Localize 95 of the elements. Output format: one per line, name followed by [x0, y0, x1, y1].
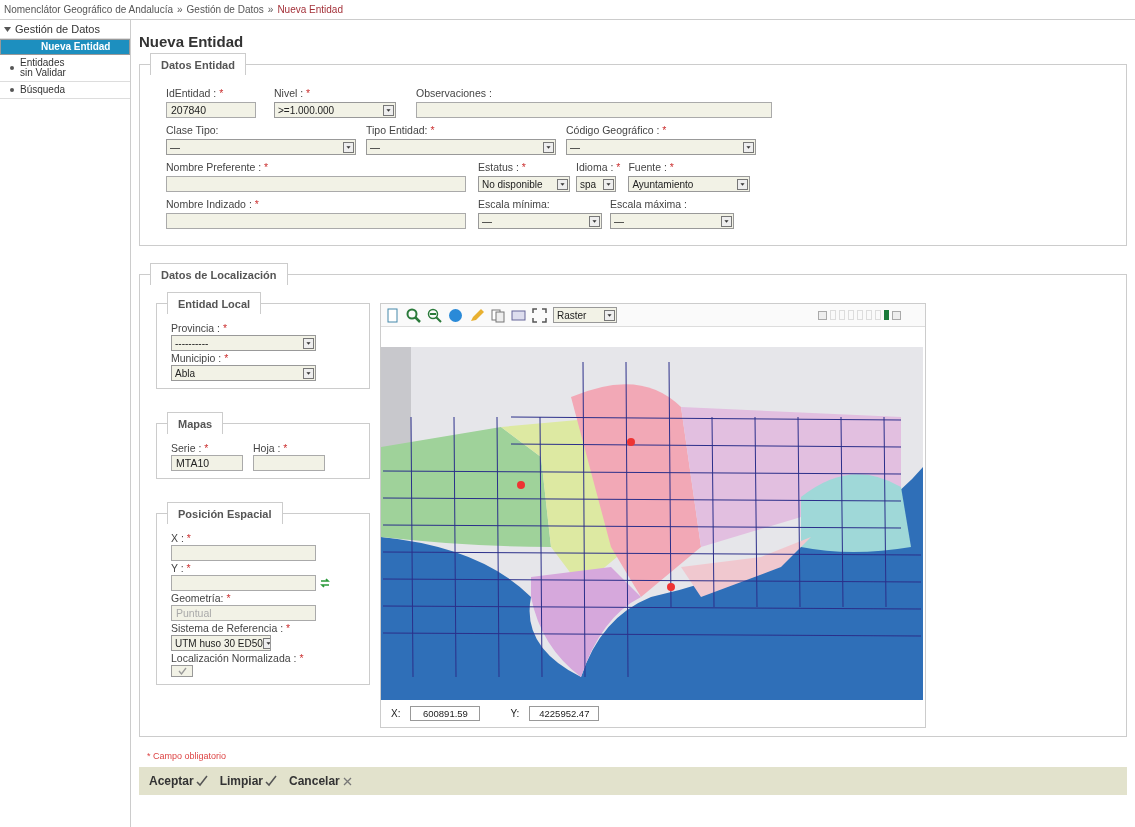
- action-button[interactable]: Limpiar: [217, 772, 280, 790]
- text-field[interactable]: [171, 575, 316, 591]
- pencil-icon[interactable]: [469, 307, 484, 323]
- caret-icon: [589, 215, 600, 227]
- text-field[interactable]: [416, 102, 772, 118]
- field-label: Nombre Indizado : *: [166, 198, 260, 210]
- dropdown[interactable]: —: [166, 139, 356, 155]
- close-icon: [341, 775, 353, 787]
- page-icon[interactable]: [385, 307, 400, 323]
- field-label: Idioma : *: [576, 161, 621, 173]
- caret-icon: [543, 141, 554, 153]
- field-label: Clase Tipo:: [166, 124, 220, 136]
- coordinate-value: 600891.59: [410, 706, 481, 721]
- text-field[interactable]: 207840: [166, 102, 256, 118]
- fieldset-legend: Entidad Local: [167, 292, 262, 314]
- field-label: Código Geográfico : *: [566, 124, 668, 136]
- fullscreen-icon[interactable]: [532, 307, 547, 323]
- dropdown[interactable]: spa: [576, 176, 616, 192]
- dropdown[interactable]: —: [366, 139, 556, 155]
- caret-icon: [303, 367, 314, 379]
- caret-icon: [604, 309, 615, 321]
- zoom-level-marker[interactable]: [884, 310, 889, 320]
- coordinate-label: Y:: [510, 708, 520, 719]
- fieldset-legend: Mapas: [167, 412, 224, 434]
- check-icon: [195, 775, 208, 787]
- text-field[interactable]: [166, 176, 466, 192]
- breadcrumb-separator: »: [177, 4, 183, 15]
- checkmark-icon: [177, 667, 187, 675]
- field-label: Municipio : *: [171, 352, 230, 364]
- sidebar-item[interactable]: Búsqueda: [0, 82, 130, 99]
- field-label: Y : *: [171, 562, 192, 574]
- fieldset-legend: Datos de Localización: [150, 263, 288, 285]
- fieldset-legend: Datos Entidad: [150, 53, 246, 75]
- field-label: Escala máxima :: [610, 198, 689, 210]
- sidebar-item[interactable]: Nueva Entidad: [0, 39, 130, 55]
- sidebar-item[interactable]: Entidades sin Validar: [0, 55, 130, 82]
- action-button[interactable]: Aceptar: [147, 772, 210, 790]
- dropdown[interactable]: >=1.000.000: [274, 102, 396, 118]
- dropdown[interactable]: Abla: [171, 365, 316, 381]
- caret-icon: [262, 637, 270, 649]
- caret-icon: [721, 215, 732, 227]
- dropdown[interactable]: UTM huso 30 ED50: [171, 635, 271, 651]
- layer-dropdown[interactable]: Raster: [553, 307, 617, 323]
- field-label: Serie : *: [171, 442, 210, 454]
- fieldset-legend: Posición Espacial: [167, 502, 283, 524]
- copy-icon[interactable]: [490, 307, 505, 323]
- page-title: Nueva Entidad: [139, 33, 245, 50]
- action-button[interactable]: Cancelar: [287, 772, 355, 790]
- coordinate-label: X:: [391, 708, 401, 719]
- field-label: Hoja : *: [253, 442, 289, 454]
- dropdown[interactable]: No disponible: [478, 176, 570, 192]
- text-field[interactable]: [166, 213, 466, 229]
- window-icon[interactable]: [511, 307, 526, 323]
- field-label: Observaciones :: [416, 87, 493, 99]
- field-label: Provincia : *: [171, 322, 229, 334]
- field-label: Nivel : *: [274, 87, 312, 99]
- zoom-out-icon[interactable]: [427, 307, 442, 323]
- required-note: * Campo obligatorio: [147, 751, 228, 761]
- text-field[interactable]: [253, 455, 325, 471]
- breadcrumb-link[interactable]: Nueva Entidad: [277, 4, 343, 15]
- zoom-out-button[interactable]: [818, 310, 827, 320]
- caret-icon: [743, 141, 754, 153]
- text-field[interactable]: MTA10: [171, 455, 243, 471]
- dropdown[interactable]: —: [610, 213, 734, 229]
- text-field[interactable]: [171, 545, 316, 561]
- zoom-in-button[interactable]: [892, 310, 901, 320]
- dropdown[interactable]: Ayuntamiento: [628, 176, 751, 192]
- dropdown[interactable]: —: [478, 213, 602, 229]
- field-label: X : *: [171, 532, 192, 544]
- caret-icon: [603, 178, 614, 190]
- field-label: IdEntidad : *: [166, 87, 225, 99]
- check-icon: [265, 775, 278, 787]
- zoom-in-icon[interactable]: [406, 307, 421, 323]
- caret-icon: [557, 178, 568, 190]
- field-label: Tipo Entidad: *: [366, 124, 436, 136]
- breadcrumb-link[interactable]: Nomenclátor Geográfico de Andalucía: [4, 4, 173, 15]
- coordinate-value: 4225952.47: [529, 706, 600, 721]
- breadcrumb-separator: »: [267, 4, 274, 15]
- field-label: Escala mínima:: [478, 198, 551, 210]
- sidebar-header-label: Gestión de Datos: [15, 23, 100, 35]
- dropdown[interactable]: ----------: [171, 335, 316, 351]
- field-label: Fuente : *: [628, 161, 675, 173]
- field-label: Estatus : *: [478, 161, 527, 173]
- caret-icon: [343, 141, 354, 153]
- expand-icon: [4, 25, 11, 33]
- caret-icon: [383, 104, 394, 116]
- swap-arrows-icon[interactable]: [320, 578, 330, 588]
- field-label: Geometría: *: [171, 592, 232, 604]
- dropdown[interactable]: —: [566, 139, 756, 155]
- breadcrumb-link[interactable]: Gestión de Datos: [186, 4, 264, 15]
- caret-icon: [303, 337, 314, 349]
- field-label: Nombre Preferente : *: [166, 161, 270, 173]
- field-label: Sistema de Referencia : *: [171, 622, 292, 634]
- field-label: Localización Normalizada : *: [171, 652, 305, 664]
- caret-icon: [737, 178, 749, 190]
